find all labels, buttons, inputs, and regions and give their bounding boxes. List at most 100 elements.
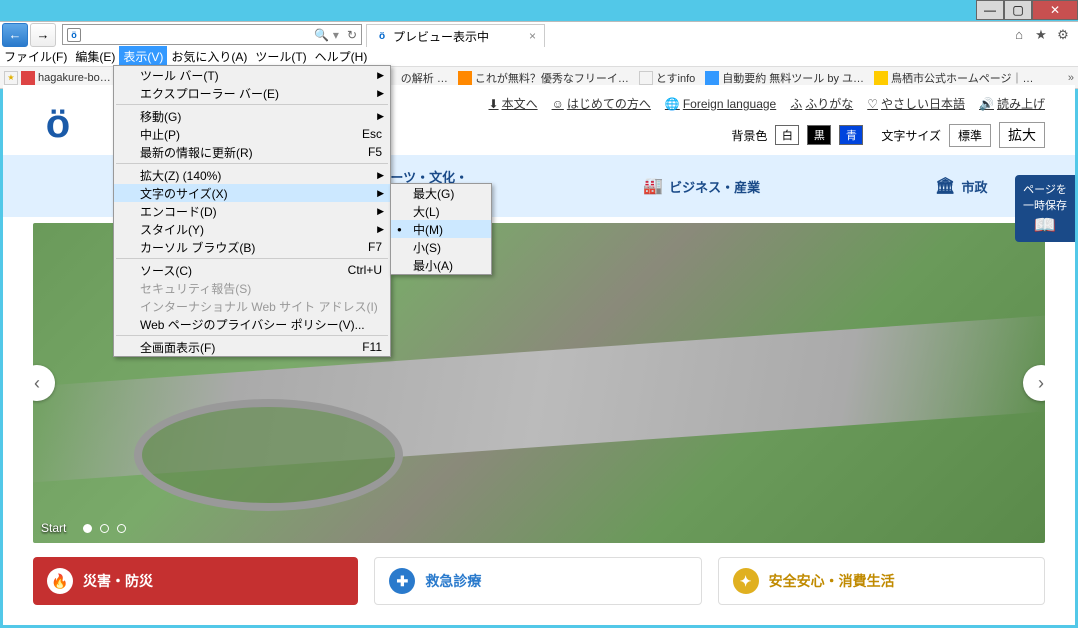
person-icon: ☺: [552, 97, 564, 111]
tts-link[interactable]: 🔊読み上げ: [979, 95, 1045, 112]
window-maximize-button[interactable]: ▢: [1004, 0, 1032, 20]
bullet-icon: ●: [397, 225, 402, 234]
address-favicon: ö: [67, 28, 81, 42]
textsize-medium[interactable]: ●中(M): [391, 220, 491, 238]
home-icon[interactable]: ⌂: [1010, 26, 1028, 44]
browser-address-row: ← → ö 🔍 ▾ ↻ ö プレビュー表示中 × ⌂ ★ ⚙: [0, 21, 1078, 47]
nav-business[interactable]: 🏭ビジネス・産業: [633, 172, 770, 200]
flame-icon: 🔥: [47, 568, 73, 594]
menu-caret-browse[interactable]: カーソル ブラウズ(B)F7: [114, 238, 390, 256]
bg-black-button[interactable]: 黒: [807, 125, 831, 145]
tab-favicon: ö: [375, 29, 389, 43]
fav-item-5[interactable]: 鳥栖市公式ホームページ｜…: [874, 70, 1033, 86]
submenu-arrow-icon: ▶: [377, 88, 384, 99]
fav-overflow-chevron-icon[interactable]: »: [1068, 72, 1074, 84]
speaker-icon: 🔊: [979, 97, 994, 111]
foreign-language-link[interactable]: 🌐Foreign language: [665, 95, 776, 112]
menu-explorer-bars[interactable]: エクスプローラー バー(E)▶: [114, 84, 390, 102]
nav-forward-button[interactable]: →: [30, 23, 56, 47]
display-options: 背景色 白 黒 青 文字サイズ 標準 拡大: [489, 122, 1046, 148]
browser-menubar: ファイル(F) 編集(E) 表示(V) お気に入り(A) ツール(T) ヘルプ(…: [0, 47, 1078, 67]
book-icon: 📖: [1019, 215, 1071, 236]
font-size-label: 文字サイズ: [881, 127, 941, 144]
tab-title: プレビュー表示中: [393, 28, 489, 45]
fav-item-3[interactable]: とすinfo: [639, 70, 695, 86]
bg-white-button[interactable]: 白: [775, 125, 799, 145]
card-emergency[interactable]: ✚救急診療: [374, 557, 701, 605]
menu-fullscreen[interactable]: 全画面表示(F)F11: [114, 338, 390, 356]
window-titlebar: — ▢ ✕: [0, 0, 1078, 21]
address-bar[interactable]: ö 🔍 ▾ ↻: [62, 24, 362, 45]
search-icon[interactable]: 🔍: [314, 28, 329, 42]
carousel-indicators: [83, 524, 126, 533]
menu-edit[interactable]: 編集(E): [71, 46, 119, 67]
skip-to-main-link[interactable]: ⬇本文へ: [489, 95, 538, 112]
furigana-link[interactable]: ふふりがな: [790, 95, 853, 112]
menu-separator: [116, 258, 388, 259]
menu-help[interactable]: ヘルプ(H): [311, 46, 372, 67]
font-large-button[interactable]: 拡大: [999, 122, 1045, 148]
menu-file[interactable]: ファイル(F): [0, 46, 71, 67]
shield-icon: ✦: [733, 568, 759, 594]
submenu-arrow-icon: ▶: [377, 170, 384, 181]
refresh-icon[interactable]: ↻: [347, 28, 357, 42]
bg-blue-button[interactable]: 青: [839, 125, 863, 145]
carousel-dot-1[interactable]: [83, 524, 92, 533]
address-sep: ▾: [333, 28, 339, 42]
fav-item-4[interactable]: 自動要約 無料ツール by ユ…: [705, 70, 864, 86]
font-std-button[interactable]: 標準: [949, 124, 991, 147]
card-safety[interactable]: ✦安全安心・消費生活: [718, 557, 1045, 605]
textsize-larger[interactable]: 大(L): [391, 202, 491, 220]
card-disaster[interactable]: 🔥災害・防災: [33, 557, 358, 605]
menu-zoom[interactable]: 拡大(Z) (140%)▶: [114, 166, 390, 184]
favorites-icon[interactable]: ★: [1032, 26, 1050, 44]
furigana-icon: ふ: [790, 95, 802, 112]
menu-encoding[interactable]: エンコード(D)▶: [114, 202, 390, 220]
window-close-button[interactable]: ✕: [1032, 0, 1078, 20]
easy-japanese-link[interactable]: ♡やさしい日本語: [867, 95, 965, 112]
menu-text-size[interactable]: 文字のサイズ(X)▶: [114, 184, 390, 202]
view-dropdown-menu: ツール バー(T)▶ エクスプローラー バー(E)▶ 移動(G)▶ 中止(P)E…: [113, 65, 391, 357]
fav-item-0[interactable]: hagakure-bo…: [21, 71, 111, 85]
window-minimize-button[interactable]: —: [976, 0, 1004, 20]
nav-back-button[interactable]: ←: [2, 23, 28, 47]
textsize-largest[interactable]: 最大(G): [391, 184, 491, 202]
menu-source[interactable]: ソース(C)Ctrl+U: [114, 261, 390, 279]
browser-tab[interactable]: ö プレビュー表示中 ×: [366, 24, 545, 47]
fav-item-1[interactable]: の解析 …: [401, 70, 448, 86]
first-time-link[interactable]: ☺はじめての方へ: [552, 95, 651, 112]
menu-refresh[interactable]: 最新の情報に更新(R)F5: [114, 143, 390, 161]
carousel-next-button[interactable]: ›: [1023, 365, 1045, 401]
carousel-prev-button[interactable]: ‹: [33, 365, 55, 401]
site-logo[interactable]: ö: [33, 99, 83, 149]
carousel-start-label[interactable]: Start: [41, 521, 66, 535]
text-size-submenu: 最大(G) 大(L) ●中(M) 小(S) 最小(A): [390, 183, 492, 275]
download-icon: ⬇: [489, 97, 499, 111]
menu-goto[interactable]: 移動(G)▶: [114, 107, 390, 125]
tab-close-icon[interactable]: ×: [529, 29, 536, 43]
menu-style[interactable]: スタイル(Y)▶: [114, 220, 390, 238]
menu-intl-address: インターナショナル Web サイト アドレス(I): [114, 297, 390, 315]
carousel-dot-3[interactable]: [117, 524, 126, 533]
menu-separator: [116, 335, 388, 336]
textsize-smaller[interactable]: 小(S): [391, 238, 491, 256]
utility-links: ⬇本文へ ☺はじめての方へ 🌐Foreign language ふふりがな ♡や…: [489, 95, 1046, 112]
menu-privacy-policy[interactable]: Web ページのプライバシー ポリシー(V)...: [114, 315, 390, 333]
submenu-arrow-icon: ▶: [377, 70, 384, 81]
carousel-dot-2[interactable]: [100, 524, 109, 533]
save-page-widget[interactable]: ページを 一時保存 📖: [1015, 175, 1075, 242]
bg-color-label: 背景色: [731, 127, 767, 144]
menu-favorites[interactable]: お気に入り(A): [167, 46, 251, 67]
tools-gear-icon[interactable]: ⚙: [1054, 26, 1072, 44]
menu-toolbars[interactable]: ツール バー(T)▶: [114, 66, 390, 84]
submenu-arrow-icon: ▶: [377, 206, 384, 217]
building-icon: 🏛: [935, 176, 955, 196]
heart-icon: ♡: [867, 97, 878, 111]
menu-view[interactable]: 表示(V): [119, 46, 167, 67]
nav-city-gov[interactable]: 🏛市政: [925, 172, 997, 200]
menu-tools[interactable]: ツール(T): [251, 46, 310, 67]
fav-item-2[interactable]: これが無料？優秀なフリーイ…: [458, 70, 629, 86]
textsize-smallest[interactable]: 最小(A): [391, 256, 491, 274]
add-favorite-icon[interactable]: ★: [4, 71, 18, 85]
menu-stop[interactable]: 中止(P)Esc: [114, 125, 390, 143]
